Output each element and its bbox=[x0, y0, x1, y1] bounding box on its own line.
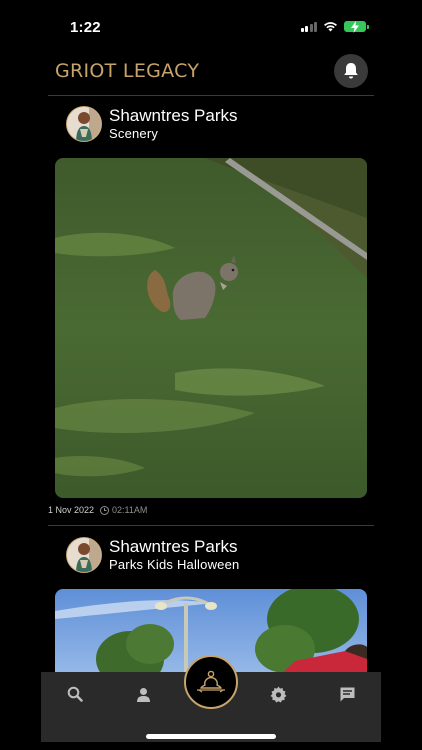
app-logo: GRIOT LEGACY bbox=[55, 60, 200, 82]
battery-charging-icon bbox=[344, 21, 369, 33]
home-center-button[interactable] bbox=[184, 655, 238, 709]
tab-profile[interactable] bbox=[128, 682, 158, 706]
clock-icon bbox=[100, 505, 110, 515]
post-time: 02:11AM bbox=[100, 505, 147, 515]
post-time-text: 02:11AM bbox=[112, 505, 148, 515]
tab-messages[interactable] bbox=[332, 682, 362, 706]
meditation-logo-icon bbox=[197, 670, 225, 693]
tab-search[interactable] bbox=[60, 682, 90, 706]
status-icons bbox=[300, 21, 369, 33]
cellular-signal-icon bbox=[300, 21, 317, 32]
post-header[interactable]: Shawntres Parks Scenery bbox=[66, 106, 386, 146]
post-photo[interactable] bbox=[55, 158, 367, 498]
post-divider bbox=[48, 525, 374, 526]
bell-icon bbox=[344, 63, 358, 79]
post-date: 1 Nov 2022 bbox=[48, 505, 95, 515]
avatar[interactable] bbox=[66, 537, 102, 573]
post-author[interactable]: Shawntres Parks bbox=[109, 537, 238, 557]
home-indicator bbox=[146, 734, 276, 739]
search-icon bbox=[67, 686, 83, 702]
header-divider bbox=[48, 95, 374, 96]
wifi-icon bbox=[324, 22, 337, 32]
post-caption: Scenery bbox=[109, 126, 159, 141]
app-header: GRIOT LEGACY bbox=[0, 50, 422, 94]
notifications-button[interactable] bbox=[334, 54, 368, 88]
avatar[interactable] bbox=[66, 106, 102, 142]
post-caption: Parks Kids Halloween bbox=[109, 557, 240, 572]
status-bar: 1:22 bbox=[0, 0, 422, 50]
settings-icon bbox=[270, 686, 286, 702]
post-author[interactable]: Shawntres Parks bbox=[109, 106, 238, 126]
messages-icon bbox=[340, 687, 354, 701]
post-meta: 1 Nov 2022 02:11AM bbox=[48, 505, 147, 515]
tab-bar bbox=[41, 655, 381, 742]
status-time: 1:22 bbox=[70, 19, 101, 36]
profile-icon bbox=[136, 687, 150, 702]
post-header[interactable]: Shawntres Parks Parks Kids Halloween bbox=[66, 537, 386, 577]
tab-settings[interactable] bbox=[263, 682, 293, 706]
